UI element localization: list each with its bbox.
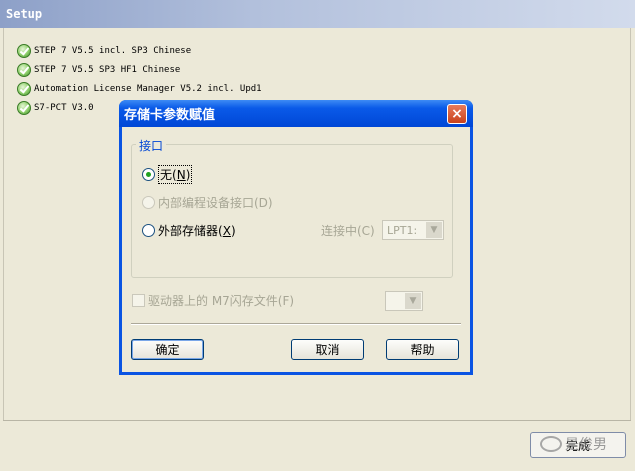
chevron-down-icon[interactable]: ▼ [405, 293, 421, 309]
check-icon [17, 100, 31, 115]
list-item-label: STEP 7 V5.5 SP3 HF1 Chinese [34, 64, 181, 75]
list-item: Automation License Manager V5.2 incl. Up… [17, 79, 262, 98]
connection-select[interactable]: LPT1: ▼ [382, 220, 444, 240]
radio-internal-label: 内部编程设备接口(D) [158, 196, 273, 210]
ok-button-label: 确定 [155, 343, 180, 357]
radio-button-checked[interactable] [142, 168, 155, 181]
radio-external-accesskey: X [222, 223, 231, 238]
cancel-button-label: 取消 [315, 343, 340, 357]
radio-external[interactable]: 外部存储器(X) [142, 222, 236, 239]
drive-select[interactable]: ▼ [385, 291, 423, 311]
list-item-label: S7-PCT V3.0 [34, 102, 94, 113]
check-icon [17, 81, 31, 96]
dialog-title: 存储卡参数赋值 [119, 100, 473, 127]
watermark-text: 是俊男 [565, 437, 607, 453]
chevron-down-icon[interactable]: ▼ [426, 222, 442, 238]
help-button-label: 帮助 [410, 343, 435, 357]
list-item: STEP 7 V5.5 incl. SP3 Chinese [17, 41, 262, 60]
radio-external-label: 外部存储器 [158, 224, 219, 238]
cancel-button[interactable]: 取消 [291, 339, 364, 360]
list-item-label: Automation License Manager V5.2 incl. Up… [34, 83, 262, 94]
check-icon [17, 43, 31, 58]
window-title: Setup [0, 0, 635, 28]
radio-button[interactable] [142, 196, 155, 209]
radio-none-label-focus: 无(N) [158, 165, 193, 184]
radio-none[interactable]: 无(N) [142, 165, 193, 184]
ok-button[interactable]: 确定 [131, 339, 204, 360]
list-item-label: STEP 7 V5.5 incl. SP3 Chinese [34, 45, 192, 56]
wechat-logo-icon [540, 436, 562, 452]
dialog-body: 接口 无(N) 内部编程设备接口(D) 外部存储器(X) 连接中(C) LPT1… [122, 127, 470, 372]
radio-none-label: 无 [160, 168, 173, 182]
radio-none-accesskey: N [176, 168, 186, 182]
radio-button[interactable] [142, 224, 155, 237]
radio-internal[interactable]: 内部编程设备接口(D) [142, 194, 273, 211]
interface-group-label: 接口 [136, 137, 167, 154]
close-button[interactable]: × [447, 104, 467, 124]
watermark: 是俊男 [540, 434, 607, 454]
separator [131, 323, 461, 325]
memory-card-dialog: 存储卡参数赋值 × 接口 无(N) 内部编程设备接口(D) 外部存储器(X) 连… [119, 100, 473, 375]
close-icon: × [451, 106, 463, 122]
m7-flash-checkbox-row[interactable]: 驱动器上的 M7闪存文件(F) [132, 292, 294, 309]
check-icon [17, 62, 31, 77]
connection-label: 连接中(C) [321, 224, 375, 238]
m7-flash-label: 驱动器上的 M7闪存文件(F) [148, 294, 295, 308]
list-item: STEP 7 V5.5 SP3 HF1 Chinese [17, 60, 262, 79]
connection-value: LPT1: [387, 223, 418, 237]
m7-flash-checkbox[interactable] [132, 294, 145, 307]
help-button[interactable]: 帮助 [386, 339, 459, 360]
